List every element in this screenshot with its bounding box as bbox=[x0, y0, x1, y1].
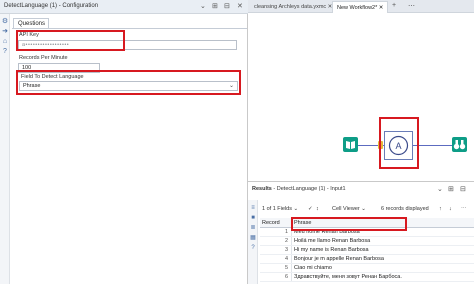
table-row[interactable]: 2 Hoilá me llamo Renan Barbosa bbox=[260, 237, 474, 246]
float-icon[interactable]: ⊞ bbox=[212, 2, 218, 11]
row-phrase: Hi my name is Renan Barbosa bbox=[294, 247, 369, 253]
list-icon[interactable]: ≡ bbox=[249, 204, 257, 212]
book-icon bbox=[346, 141, 355, 149]
more-tabs-icon[interactable]: ⋯ bbox=[408, 2, 415, 10]
row-number: 1 bbox=[284, 229, 288, 235]
collapse-icon[interactable]: ⌄ bbox=[200, 2, 206, 11]
cell-viewer-button[interactable]: Cell Viewer ⌄ bbox=[332, 204, 366, 215]
row-number: 2 bbox=[284, 238, 288, 244]
input-tool-node[interactable] bbox=[343, 137, 358, 152]
row-phrase: Здравствуйте, меня зовут Ренан Барбоса. bbox=[294, 274, 402, 280]
column-record[interactable]: Record bbox=[262, 218, 280, 228]
workflow-panel: cleansing Archleys data.yxmc ✕ New Workf… bbox=[248, 0, 474, 284]
cell-viewer-label: Cell Viewer bbox=[332, 206, 360, 212]
fields-count: 1 of 1 Fields bbox=[262, 206, 292, 212]
configuration-panel: DetectLanguage (1) - Configuration ⌄ ⊞ ⊟… bbox=[0, 0, 248, 284]
output-tool-node[interactable] bbox=[452, 137, 467, 152]
results-title-prefix: Results bbox=[252, 186, 272, 192]
gear-icon[interactable]: ⚙ bbox=[1, 18, 9, 26]
row-phrase: Hoilá me llamo Renan Barbosa bbox=[294, 238, 371, 244]
records-displayed: 6 records displayed bbox=[381, 206, 429, 212]
prev-icon[interactable]: ↑ bbox=[439, 204, 442, 215]
row-number: 4 bbox=[284, 256, 288, 262]
config-title: DetectLanguage (1) - Configuration bbox=[4, 3, 99, 9]
fields-selector[interactable]: 1 of 1 Fields ⌄ bbox=[262, 204, 298, 215]
green-data-icon[interactable]: ■ bbox=[249, 214, 257, 222]
row-number: 5 bbox=[284, 265, 288, 271]
binoculars-icon bbox=[453, 140, 466, 150]
row-phrase: Bonjour je m appelle Renan Barbosa bbox=[294, 256, 384, 262]
workflow-tabs-bar: cleansing Archleys data.yxmc ✕ New Workf… bbox=[248, 0, 474, 13]
row-phrase: Ciao mi chiamo bbox=[294, 265, 332, 271]
table-row[interactable]: 5 Ciao mi chiamo bbox=[260, 264, 474, 273]
tab-cleansing-label: cleansing Archleys data.yxmc bbox=[254, 4, 327, 10]
config-title-bar: DetectLanguage (1) - Configuration ⌄ ⊞ ⊟… bbox=[0, 0, 248, 14]
metadata-icon[interactable]: ≣ bbox=[249, 224, 257, 232]
table-row[interactable]: 3 Hi my name is Renan Barbosa bbox=[260, 246, 474, 255]
highlight-api-key bbox=[16, 30, 125, 51]
results-title: Results - DetectLanguage (1) - Input1 bbox=[252, 186, 346, 192]
config-icon-strip: ⚙ ➜ ⌂ ? bbox=[0, 14, 10, 284]
workflow-canvas[interactable]: A bbox=[248, 13, 474, 181]
next-icon[interactable]: ↓ bbox=[449, 204, 452, 215]
tag-icon[interactable]: ⌂ bbox=[1, 38, 9, 46]
float-results-icon[interactable]: ⊞ bbox=[448, 185, 454, 193]
highlight-detect-node bbox=[379, 117, 419, 169]
row-number: 3 bbox=[284, 247, 288, 253]
records-per-minute-label: Records Per Minute bbox=[19, 55, 68, 61]
results-side-strip: ≡ ■ ≣ ▦ ? bbox=[248, 200, 258, 284]
sort-icon[interactable]: ↕ bbox=[316, 204, 319, 215]
results-panel: Results - DetectLanguage (1) - Input1 ⌄ … bbox=[248, 181, 474, 284]
tab-cleansing-workflow[interactable]: cleansing Archleys data.yxmc ✕ bbox=[250, 1, 336, 13]
help-results-icon[interactable]: ? bbox=[249, 244, 257, 252]
row-number: 6 bbox=[284, 274, 288, 280]
arrow-icon[interactable]: ➜ bbox=[1, 28, 9, 36]
add-tab-icon[interactable]: + bbox=[392, 2, 396, 9]
collapse-results-icon[interactable]: ⌄ bbox=[437, 185, 443, 193]
tab-new-workflow-label: New Workflow2* bbox=[337, 5, 378, 11]
table-row[interactable]: 4 Bonjour je m appelle Renan Barbosa bbox=[260, 255, 474, 264]
close-icon[interactable]: ✕ bbox=[237, 2, 243, 11]
results-title-rest: - DetectLanguage (1) - Input1 bbox=[271, 186, 346, 192]
highlight-field-to-detect bbox=[16, 70, 241, 95]
table-icon[interactable]: ▦ bbox=[249, 234, 257, 242]
menu-icon[interactable]: ⋯ bbox=[461, 204, 467, 215]
dock-icon[interactable]: ⊟ bbox=[224, 2, 230, 11]
pin-results-icon[interactable]: ⊟ bbox=[460, 185, 466, 193]
results-toolbar: 1 of 1 Fields ⌄ ✓ ↕ Cell Viewer ⌄ 6 reco… bbox=[260, 204, 474, 215]
table-row[interactable]: 6 Здравствуйте, меня зовут Ренан Барбоса… bbox=[260, 273, 474, 282]
highlight-phrase-column bbox=[291, 217, 407, 231]
tab-new-workflow[interactable]: New Workflow2* ✕ bbox=[332, 1, 389, 13]
check-icon[interactable]: ✓ bbox=[308, 204, 313, 215]
help-icon[interactable]: ? bbox=[1, 48, 9, 56]
